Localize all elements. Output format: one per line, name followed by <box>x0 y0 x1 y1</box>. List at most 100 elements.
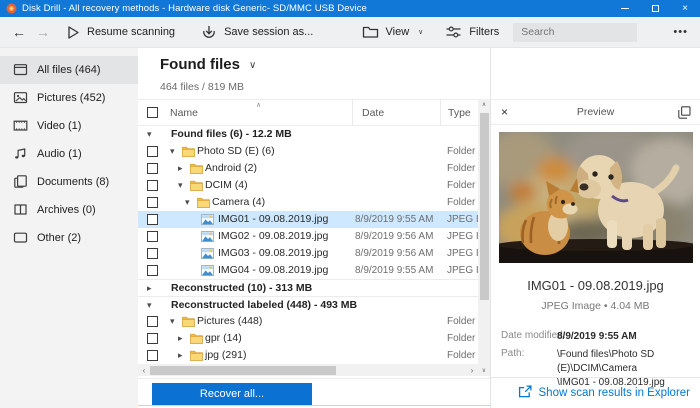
tree-rows: ▾Found files (6) - 12.2 MB▾Photo SD (E) … <box>138 126 478 364</box>
row-checkbox[interactable] <box>147 350 158 361</box>
minimize-icon <box>621 8 629 9</box>
back-arrow-icon[interactable]: ← <box>12 24 26 40</box>
recover-all-button[interactable]: Recover all... <box>152 383 312 405</box>
sidebar-item-pictures[interactable]: Pictures (452) <box>0 84 138 112</box>
expand-arrow-icon[interactable]: ▸ <box>178 330 183 347</box>
filters-button[interactable]: Filters <box>439 21 505 43</box>
forward-arrow-icon[interactable]: → <box>36 24 50 40</box>
file-type: Folder <box>447 194 478 211</box>
play-icon <box>66 25 80 40</box>
file-type: Folder <box>447 330 478 347</box>
folder-name: Android (2) <box>205 160 257 177</box>
tree-row[interactable]: IMG04 - 09.08.2019.jpg8/9/2019 9:55 AMJP… <box>138 262 478 279</box>
resume-scanning-button[interactable]: Resume scanning <box>60 21 181 44</box>
tree-row[interactable]: IMG03 - 09.08.2019.jpg8/9/2019 9:56 AMJP… <box>138 245 478 262</box>
select-all-checkbox[interactable] <box>147 107 158 118</box>
expand-arrow-icon[interactable]: ▸ <box>147 280 152 297</box>
row-checkbox[interactable] <box>147 214 158 225</box>
vertical-scrollbar[interactable]: ∧ ∨ <box>478 99 490 376</box>
preview-file-meta: JPEG Image • 4.04 MB <box>491 300 700 312</box>
tree-row[interactable]: IMG02 - 09.08.2019.jpg8/9/2019 9:56 AMJP… <box>138 228 478 245</box>
tree-section-row[interactable]: ▸Reconstructed (10) - 313 MB <box>138 279 478 296</box>
row-checkbox[interactable] <box>147 333 158 344</box>
collapse-arrow-icon[interactable]: ▾ <box>178 177 183 194</box>
scroll-up-icon[interactable]: ∧ <box>478 101 490 108</box>
popout-preview-icon[interactable] <box>678 106 691 124</box>
row-checkbox[interactable] <box>147 248 158 259</box>
sidebar-item-audio[interactable]: Audio (1) <box>0 140 138 168</box>
sidebar-item-label: Documents (8) <box>37 176 109 188</box>
sidebar-item-other[interactable]: Other (2) <box>0 224 138 252</box>
collapse-arrow-icon[interactable]: ▾ <box>185 194 190 211</box>
show-in-explorer-link[interactable]: Show scan results in Explorer <box>518 385 690 401</box>
tree-row[interactable]: ▸ Android (2) Folder <box>138 160 478 177</box>
row-checkbox[interactable] <box>147 265 158 276</box>
collapse-arrow-icon[interactable]: ▾ <box>170 313 175 330</box>
tree-section-row[interactable]: ▾ Found files (6) - 12.2 MB <box>138 126 478 143</box>
more-options-button[interactable]: ••• <box>673 26 688 38</box>
scroll-left-icon[interactable]: ‹ <box>138 366 150 375</box>
tree-row[interactable]: ▾Pictures (448)Folder <box>138 313 478 330</box>
view-button[interactable]: View ∨ <box>356 21 430 43</box>
expand-arrow-icon[interactable]: ▸ <box>178 160 183 177</box>
preview-divider <box>491 377 700 378</box>
horizontal-scrollbar-thumb[interactable] <box>150 366 336 375</box>
scroll-down-icon[interactable]: ∨ <box>478 367 490 374</box>
search-input[interactable] <box>513 23 637 42</box>
minimize-button[interactable] <box>610 0 640 17</box>
collapse-arrow-icon[interactable]: ▾ <box>170 143 175 160</box>
sidebar-item-documents[interactable]: Documents (8) <box>0 168 138 196</box>
preview-image[interactable] <box>499 132 693 263</box>
tree-row[interactable]: ▾DCIM (4)Folder <box>138 177 478 194</box>
sidebar-item-all[interactable]: All files (464) <box>0 56 138 84</box>
vertical-scrollbar-thumb[interactable] <box>480 113 489 300</box>
filters-icon <box>445 25 462 39</box>
tree-section-row[interactable]: ▾Reconstructed labeled (448) - 493 MB <box>138 296 478 313</box>
row-checkbox[interactable] <box>147 146 158 157</box>
sidebar-item-video[interactable]: Video (1) <box>0 112 138 140</box>
archives-icon <box>13 202 28 220</box>
column-header-name[interactable]: Name <box>170 100 198 125</box>
file-type: Folder <box>447 347 478 364</box>
file-date: 8/9/2019 9:56 AM <box>355 228 433 245</box>
folder-name: jpg (291) <box>205 347 246 364</box>
expand-arrow-icon[interactable]: ▸ <box>178 347 183 364</box>
row-checkbox[interactable] <box>147 180 158 191</box>
external-link-icon <box>518 385 532 401</box>
scroll-right-icon[interactable]: › <box>466 366 478 375</box>
file-type: Folder <box>447 160 478 177</box>
tree-row[interactable]: ▸gpr (14)Folder <box>138 330 478 347</box>
tree-row[interactable]: IMG01 - 09.08.2019.jpg8/9/2019 9:55 AMJP… <box>138 211 478 228</box>
file-type: JPEG Image <box>447 211 478 228</box>
sidebar-item-label: Archives (0) <box>37 204 96 216</box>
row-checkbox[interactable] <box>147 316 158 327</box>
row-checkbox[interactable] <box>147 231 158 242</box>
collapse-arrow-icon[interactable]: ▾ <box>147 297 152 314</box>
row-checkbox[interactable] <box>147 197 158 208</box>
sidebar-item-label: All files (464) <box>37 64 101 76</box>
tree-row[interactable]: ▾Photo SD (E) (6)Folder <box>138 143 478 160</box>
column-header-date[interactable]: Date <box>352 100 440 125</box>
column-header-type[interactable]: Type <box>440 100 478 125</box>
file-name: IMG03 - 09.08.2019.jpg <box>218 245 328 262</box>
row-checkbox[interactable] <box>147 163 158 174</box>
close-preview-icon[interactable]: × <box>501 105 508 119</box>
pictures-icon <box>13 90 28 108</box>
collapse-arrow-icon[interactable]: ▾ <box>147 126 152 143</box>
found-files-title: Found files <box>160 56 240 73</box>
file-type: Folder <box>447 313 478 330</box>
app-logo-icon <box>6 3 17 14</box>
sidebar-item-archives[interactable]: Archives (0) <box>0 196 138 224</box>
section-label: Found files (6) - 12.2 MB <box>171 126 292 143</box>
tree-row[interactable]: ▸ jpg (291) Folder <box>138 347 478 364</box>
save-session-button[interactable]: Save session as... <box>195 21 319 44</box>
window-title: Disk Drill - All recovery methods - Hard… <box>22 3 367 14</box>
scan-results-dropdown[interactable]: Found files ∨ <box>160 56 256 73</box>
close-button[interactable]: × <box>670 0 700 17</box>
sidebar-items: All files (464) Pictures (452)Video (1)Au… <box>0 56 138 252</box>
maximize-button[interactable] <box>640 0 670 17</box>
file-date: 8/9/2019 9:55 AM <box>355 211 433 228</box>
tree-row[interactable]: ▾Camera (4)Folder <box>138 194 478 211</box>
horizontal-scrollbar[interactable]: ‹ › <box>138 364 478 376</box>
resume-scanning-label: Resume scanning <box>87 26 175 38</box>
